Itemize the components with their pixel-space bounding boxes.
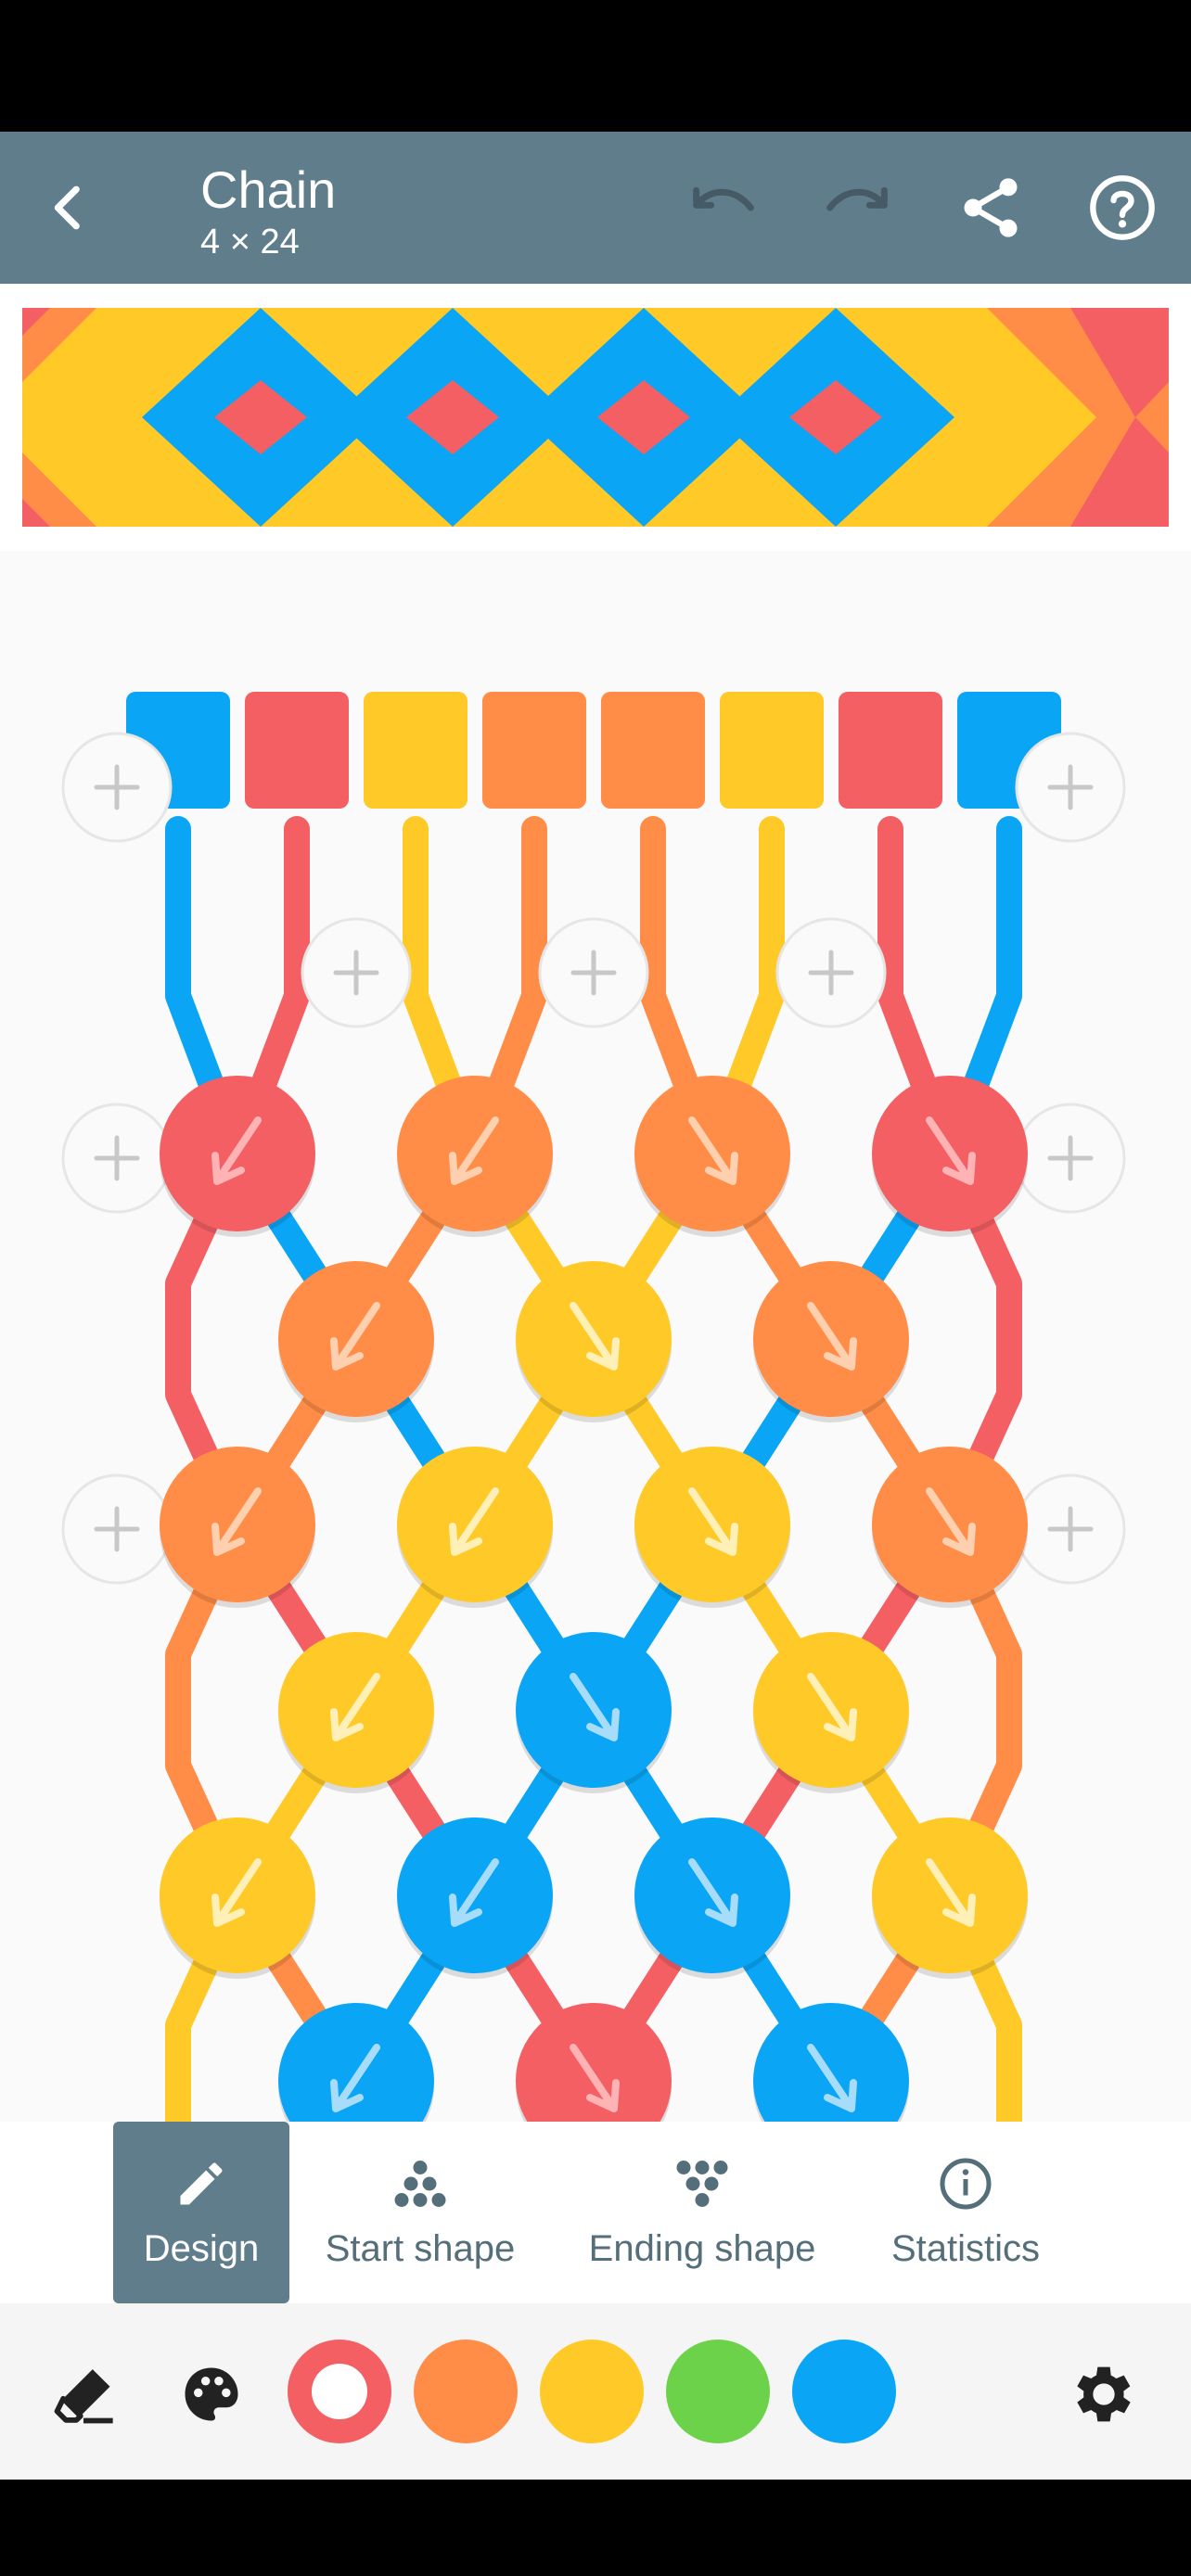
system-nav-area (0, 2480, 1191, 2576)
knot[interactable] (872, 1076, 1028, 1237)
knot[interactable] (634, 1076, 790, 1237)
swatch-yellow[interactable] (540, 2340, 644, 2443)
swatch-red[interactable] (288, 2340, 391, 2443)
knot[interactable] (278, 1261, 434, 1422)
tab-ending-shape-label: Ending shape (588, 2227, 816, 2269)
knot[interactable] (634, 1447, 790, 1608)
tab-design-label: Design (143, 2227, 260, 2269)
knot[interactable] (872, 1817, 1028, 1979)
eraser-icon (54, 2369, 113, 2424)
page-title: Chain (200, 160, 337, 219)
add-row-right-button[interactable] (1015, 1473, 1126, 1585)
thread-square-yellow[interactable] (364, 692, 467, 809)
tab-start-shape-label: Start shape (325, 2227, 516, 2269)
help-button[interactable] (1087, 172, 1158, 243)
knot[interactable] (753, 2003, 909, 2122)
thread-square-red[interactable] (839, 692, 942, 809)
knot[interactable] (872, 1447, 1028, 1608)
share-button[interactable] (955, 172, 1026, 243)
knot-circle (516, 2003, 672, 2122)
knot-diagram (61, 692, 1126, 2122)
tab-ending-shape[interactable]: Ending shape (562, 2122, 842, 2303)
knot[interactable] (634, 1817, 790, 1979)
thread-square-orange[interactable] (482, 692, 586, 809)
eraser-button[interactable] (48, 2359, 119, 2429)
knot[interactable] (753, 1632, 909, 1793)
mode-tabs: Design Start shape Ending shape Statisti… (0, 2122, 1191, 2303)
pencil-icon (180, 2162, 223, 2204)
undo-button[interactable] (686, 178, 761, 237)
arrow-back-icon (54, 185, 80, 230)
add-thread-button[interactable] (301, 917, 412, 1028)
add-row-left-button[interactable] (61, 732, 173, 843)
knot[interactable] (516, 2003, 672, 2122)
add-row-right-button[interactable] (1015, 732, 1126, 843)
info-icon (940, 2158, 992, 2209)
thread-square-red[interactable] (245, 692, 349, 809)
tab-statistics[interactable]: Statistics (863, 2122, 1069, 2303)
color-toolbar (0, 2303, 1191, 2480)
add-row-right-button[interactable] (1015, 1103, 1126, 1214)
page-subtitle: 4 × 24 (200, 223, 300, 261)
add-row-left-button[interactable] (61, 1103, 173, 1214)
share-icon (964, 178, 1018, 237)
start-shape-icon (394, 2160, 446, 2207)
add-thread-button[interactable] (538, 917, 649, 1028)
app-bar: Chain 4 × 24 (0, 132, 1191, 284)
redo-icon (826, 186, 888, 211)
knot[interactable] (753, 1261, 909, 1422)
pattern-preview[interactable] (22, 308, 1169, 527)
knot-circle (753, 2003, 909, 2122)
ending-shape-icon (676, 2160, 728, 2207)
swatch-orange[interactable] (414, 2340, 518, 2443)
undo-icon (693, 186, 754, 211)
knot[interactable] (397, 1817, 553, 1979)
knot[interactable] (278, 2003, 434, 2122)
knot[interactable] (278, 1632, 434, 1793)
add-row-left-button[interactable] (61, 1473, 173, 1585)
knot[interactable] (160, 1076, 315, 1237)
thread-square-yellow[interactable] (720, 692, 824, 809)
knot-circle (278, 2003, 434, 2122)
knot[interactable] (397, 1447, 553, 1608)
knot[interactable] (397, 1076, 553, 1237)
palette-button[interactable] (176, 2359, 247, 2429)
design-canvas[interactable] (0, 551, 1191, 2122)
selected-indicator (312, 2364, 367, 2419)
knot[interactable] (516, 1261, 672, 1422)
help-icon (1090, 175, 1155, 240)
settings-button[interactable] (1067, 2357, 1141, 2431)
swatch-blue[interactable] (792, 2340, 896, 2443)
gear-icon (1077, 2366, 1131, 2422)
tab-start-shape[interactable]: Start shape (297, 2122, 544, 2303)
add-thread-button[interactable] (775, 917, 887, 1028)
swatch-green[interactable] (666, 2340, 770, 2443)
tab-statistics-label: Statistics (890, 2227, 1041, 2269)
knot[interactable] (516, 1632, 672, 1793)
pattern-preview-panel (0, 284, 1191, 551)
knot[interactable] (160, 1817, 315, 1979)
tab-design[interactable]: Design (113, 2122, 289, 2303)
back-button[interactable] (33, 174, 100, 241)
redo-button[interactable] (820, 178, 894, 237)
thread-square-orange[interactable] (601, 692, 705, 809)
palette-icon (185, 2367, 238, 2421)
knot[interactable] (160, 1447, 315, 1608)
